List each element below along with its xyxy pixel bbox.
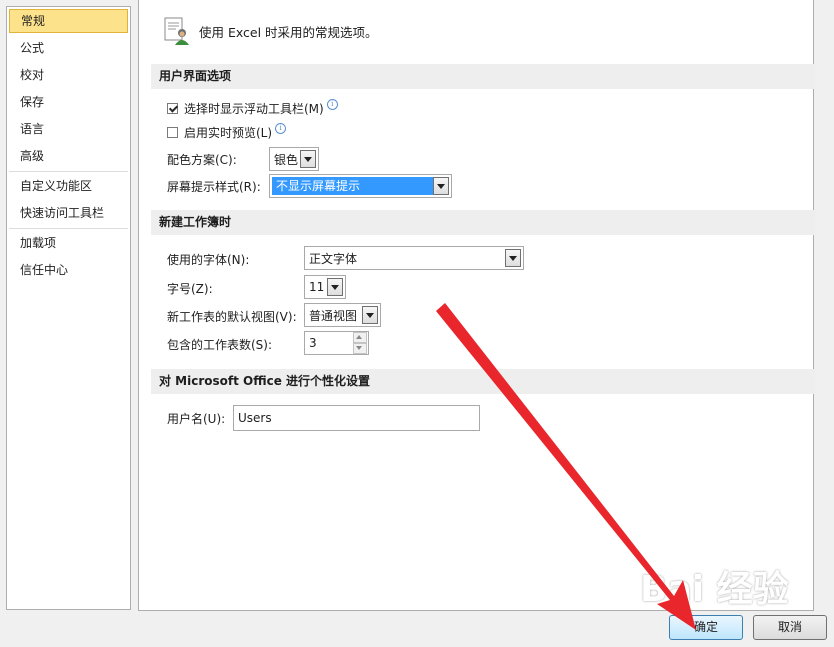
screentip-label: 屏幕提示样式(R): xyxy=(167,179,261,194)
intro-row: 使用 Excel 时采用的常规选项。 xyxy=(161,14,378,48)
chevron-down-icon[interactable] xyxy=(327,278,343,296)
font-label: 使用的字体(N): xyxy=(167,252,250,267)
default-view-dropdown[interactable]: 普通视图 xyxy=(304,303,381,327)
font-size-dropdown[interactable]: 11 xyxy=(304,275,346,299)
sheet-count-label-row: 包含的工作表数(S): xyxy=(167,333,272,355)
spinner-arrows xyxy=(353,332,367,354)
info-icon: i xyxy=(326,98,338,110)
general-options-icon xyxy=(164,17,189,45)
color-scheme-label-row: 配色方案(C): xyxy=(167,148,237,170)
chevron-down-icon[interactable] xyxy=(300,150,316,168)
screentip-value: 不显示屏幕提示 xyxy=(272,177,433,195)
chevron-down-icon[interactable] xyxy=(433,177,449,195)
info-icon: i xyxy=(275,122,287,134)
general-options-panel: 使用 Excel 时采用的常规选项。 用户界面选项 选择时显示浮动工具栏(M) … xyxy=(138,0,815,611)
sidebar-item-language[interactable]: 语言 xyxy=(7,116,130,143)
font-dropdown[interactable]: 正文字体 xyxy=(304,246,524,270)
sidebar-item-save[interactable]: 保存 xyxy=(7,89,130,116)
section-personalize: 对 Microsoft Office 进行个性化设置 xyxy=(151,369,815,394)
mini-toolbar-label: 选择时显示浮动工具栏(M) xyxy=(184,101,324,116)
sidebar-item-add-ins[interactable]: 加载项 xyxy=(7,230,130,257)
username-label: 用户名(U): xyxy=(167,411,226,426)
cancel-button[interactable]: 取消 xyxy=(753,615,827,640)
sidebar-divider xyxy=(9,171,128,172)
section-ui-options: 用户界面选项 xyxy=(151,64,815,89)
font-label-row: 使用的字体(N): xyxy=(167,248,249,270)
spin-up-icon[interactable] xyxy=(353,332,367,343)
username-label-row: 用户名(U): xyxy=(167,407,225,429)
sidebar-item-customize-ribbon[interactable]: 自定义功能区 xyxy=(7,173,130,200)
sheet-count-label: 包含的工作表数(S): xyxy=(167,337,273,352)
color-scheme-dropdown[interactable]: 银色 xyxy=(269,147,319,171)
options-category-sidebar: 常规 公式 校对 保存 语言 高级 自定义功能区 快速访问工具栏 加载项 信任中… xyxy=(6,6,131,610)
font-size-label-row: 字号(Z): xyxy=(167,277,213,299)
default-view-label: 新工作表的默认视图(V): xyxy=(167,309,297,324)
section-new-workbook: 新建工作簿时 xyxy=(151,210,815,235)
screentip-label-row: 屏幕提示样式(R): xyxy=(167,175,261,197)
mini-toolbar-row: 选择时显示浮动工具栏(M) i xyxy=(167,97,338,119)
sheet-count-stepper[interactable]: 3 xyxy=(304,331,369,355)
chevron-down-icon[interactable] xyxy=(505,249,521,267)
sidebar-item-trust-center[interactable]: 信任中心 xyxy=(7,257,130,284)
color-scheme-value: 银色 xyxy=(274,152,299,167)
watermark-logo: Bai 经验 xyxy=(640,569,789,610)
sidebar-item-formulas[interactable]: 公式 xyxy=(7,35,130,62)
sidebar-item-quick-access-toolbar[interactable]: 快速访问工具栏 xyxy=(7,200,130,227)
default-view-label-row: 新工作表的默认视图(V): xyxy=(167,305,297,327)
sidebar-item-advanced[interactable]: 高级 xyxy=(7,143,130,170)
live-preview-label: 启用实时预览(L) xyxy=(184,125,273,140)
font-value: 正文字体 xyxy=(309,251,358,266)
font-size-value: 11 xyxy=(309,280,325,294)
screentip-dropdown[interactable]: 不显示屏幕提示 xyxy=(269,174,452,198)
username-input[interactable]: Users xyxy=(233,405,480,431)
intro-text: 使用 Excel 时采用的常规选项。 xyxy=(199,24,378,40)
spin-down-icon[interactable] xyxy=(353,343,367,354)
color-scheme-label: 配色方案(C): xyxy=(167,152,237,167)
mini-toolbar-checkbox[interactable] xyxy=(167,102,178,114)
username-value[interactable]: Users xyxy=(234,411,479,425)
sidebar-divider xyxy=(9,228,128,229)
live-preview-row: 启用实时预览(L) i xyxy=(167,121,287,143)
ok-button[interactable]: 确定 xyxy=(669,615,743,640)
chevron-down-icon[interactable] xyxy=(362,306,378,324)
font-size-label: 字号(Z): xyxy=(167,281,213,296)
default-view-value: 普通视图 xyxy=(309,308,358,323)
sheet-count-value[interactable]: 3 xyxy=(305,336,353,350)
live-preview-checkbox[interactable] xyxy=(167,126,178,138)
sidebar-item-general[interactable]: 常规 xyxy=(9,9,128,33)
sidebar-item-proofing[interactable]: 校对 xyxy=(7,62,130,89)
